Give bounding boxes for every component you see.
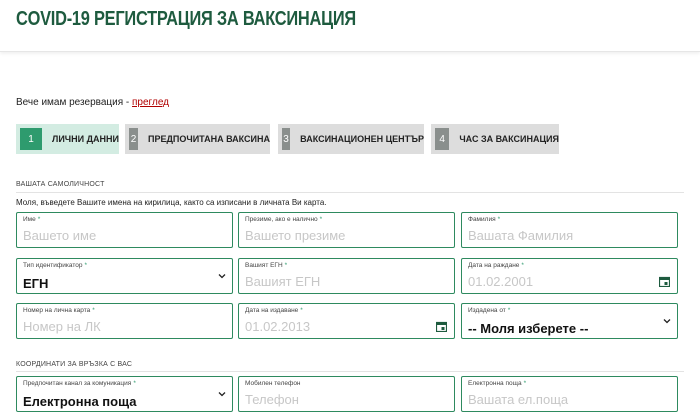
step-number: 4 <box>435 128 450 150</box>
email-field[interactable]: Електронна поща * <box>461 376 678 412</box>
step-number: 2 <box>129 128 139 150</box>
chevron-down-icon <box>663 319 671 324</box>
existing-reservation-text: Вече имам резервация - <box>16 97 133 108</box>
phone-field[interactable]: Мобилен телефон <box>238 376 455 412</box>
step-vaccination-center[interactable]: 3 ВАКСИНАЦИОНЕН ЦЕНТЪР <box>278 124 424 154</box>
step-number: 1 <box>20 128 42 150</box>
step-label: ВАКСИНАЦИОНЕН ЦЕНТЪР <box>300 134 424 144</box>
step-vaccination-time[interactable]: 4 ЧАС ЗА ВАКСИНАЦИЯ <box>431 124 559 154</box>
calendar-icon[interactable] <box>659 276 670 287</box>
step-label: ЛИЧНИ ДАННИ <box>52 134 119 144</box>
id-number-field[interactable]: Номер на лична карта * <box>16 303 233 339</box>
step-personal-data[interactable]: 1 ЛИЧНИ ДАННИ <box>16 124 119 154</box>
middle-name-field[interactable]: Презиме, ако е налично * <box>238 212 455 248</box>
field-label: Мобилен телефон <box>245 380 301 387</box>
view-reservation-link[interactable]: преглед <box>132 97 169 108</box>
identity-instruction: Моля, въведете Вашите имена на кирилица,… <box>16 198 327 207</box>
field-label: Дата на издаване * <box>245 307 303 314</box>
field-label: Дата на раждане * <box>468 262 524 269</box>
step-label: ПРЕДПОЧИТАНА ВАКСИНА <box>148 134 270 144</box>
egn-field[interactable]: Вашият ЕГН * <box>238 258 455 294</box>
issued-by-select[interactable]: Издадена от * -- Моля изберете -- <box>461 303 678 339</box>
field-label: Презиме, ако е налично * <box>245 216 323 223</box>
issue-date-field[interactable]: Дата на издаване * <box>238 303 455 339</box>
last-name-field[interactable]: Фамилия * <box>461 212 678 248</box>
field-label: Електронна поща * <box>468 380 527 387</box>
field-label: Име * <box>23 216 41 223</box>
page-title: COVID-19 РЕГИСТРАЦИЯ ЗА ВАКСИНАЦИЯ <box>16 8 356 30</box>
first-name-field[interactable]: Име * <box>16 212 233 248</box>
egn-input[interactable] <box>245 274 435 289</box>
field-label: Тип идентификатор * <box>23 262 87 269</box>
id-type-select[interactable]: Тип идентификатор * ЕГН <box>16 258 233 294</box>
issue-date-input[interactable] <box>245 319 415 334</box>
field-label: Фамилия * <box>468 216 501 223</box>
chevron-down-icon <box>218 274 226 279</box>
id-type-value: ЕГН <box>23 276 49 291</box>
calendar-icon[interactable] <box>436 321 447 332</box>
field-label: Номер на лична карта * <box>23 307 95 314</box>
birth-date-input[interactable] <box>468 274 638 289</box>
contacts-section-title: КООРДИНАТИ ЗА ВРЪЗКА С ВАС <box>16 361 133 368</box>
chevron-down-icon <box>218 392 226 397</box>
step-preferred-vaccine[interactable]: 2 ПРЕДПОЧИТАНА ВАКСИНА <box>125 124 270 154</box>
divider <box>16 192 684 193</box>
step-number: 3 <box>282 128 291 150</box>
id-number-input[interactable] <box>23 319 213 334</box>
issued-by-value: -- Моля изберете -- <box>468 321 589 336</box>
communication-channel-select[interactable]: Предпочитан канал за комуникация * Електр… <box>16 376 233 412</box>
field-label: Вашият ЕГН * <box>245 262 288 269</box>
phone-input[interactable] <box>245 392 435 407</box>
field-label: Предпочитан канал за комуникация * <box>23 380 136 387</box>
middle-name-input[interactable] <box>245 228 435 243</box>
divider <box>16 371 684 372</box>
birth-date-field[interactable]: Дата на раждане * <box>461 258 678 294</box>
step-label: ЧАС ЗА ВАКСИНАЦИЯ <box>459 134 559 144</box>
first-name-input[interactable] <box>23 228 213 243</box>
field-label: Издадена от * <box>468 307 511 314</box>
last-name-input[interactable] <box>468 228 658 243</box>
existing-reservation: Вече имам резервация - преглед <box>16 97 169 108</box>
email-input[interactable] <box>468 392 658 407</box>
communication-channel-value: Електронна поща <box>23 394 137 409</box>
page-header: COVID-19 РЕГИСТРАЦИЯ ЗА ВАКСИНАЦИЯ <box>0 0 700 52</box>
identity-section-title: ВАШАТА САМОЛИЧНОСТ <box>16 181 105 188</box>
